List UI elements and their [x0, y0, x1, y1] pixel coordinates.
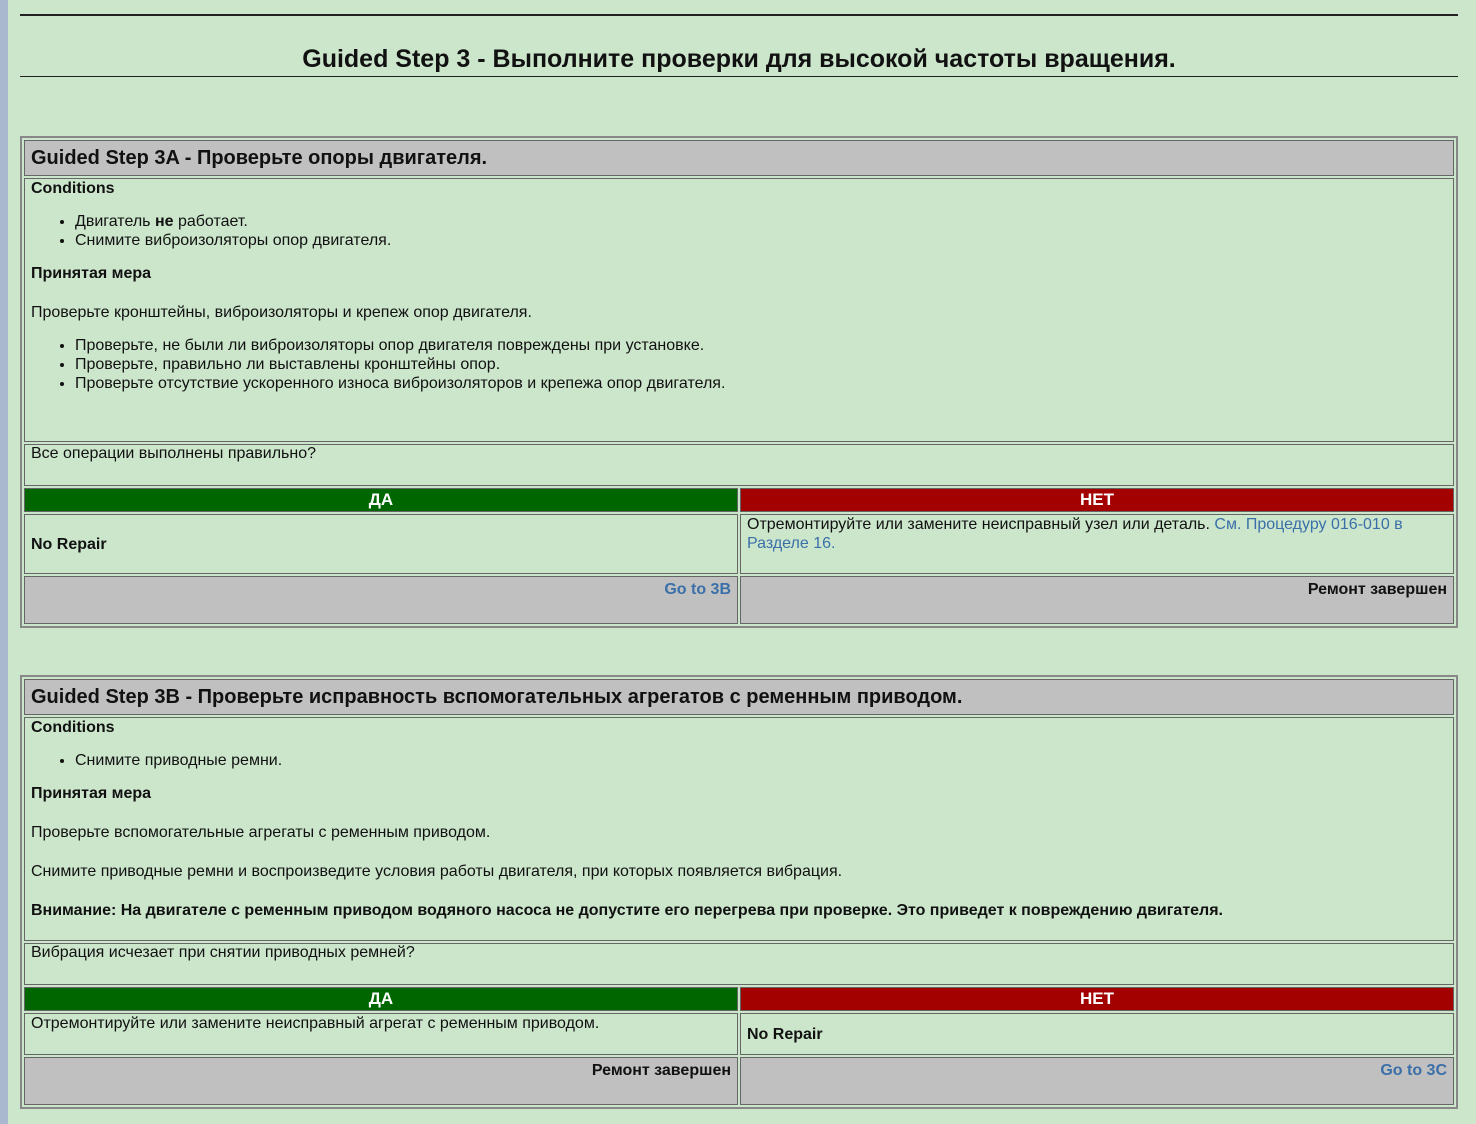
page-title: Guided Step 3 - Выполните проверки для в…	[20, 44, 1458, 77]
list-item: Проверьте, не были ли виброизоляторы опо…	[75, 336, 1447, 355]
yes-header: ДА	[24, 488, 738, 512]
conditions-list: Снимите приводные ремни.	[31, 751, 1447, 770]
action-text: Проверьте кронштейны, виброизоляторы и к…	[31, 304, 532, 321]
conditions-list: Двигатель не работает. Снимите виброизол…	[31, 212, 1447, 250]
action-text: Проверьте вспомогательные агрегаты с рем…	[31, 824, 491, 841]
yes-result: No Repair	[24, 514, 738, 574]
yes-header: ДА	[24, 987, 738, 1011]
step-title: Guided Step 3A - Проверьте опоры двигате…	[24, 140, 1454, 176]
list-item: Снимите виброизоляторы опор двигателя.	[75, 231, 1447, 250]
top-rule	[20, 14, 1458, 16]
action-heading: Принятая мера	[31, 785, 152, 802]
guided-step-3b: Guided Step 3B - Проверьте исправность в…	[20, 675, 1458, 1109]
no-header: НЕТ	[740, 987, 1454, 1011]
yes-footer: Go to 3B	[24, 576, 738, 624]
go-to-3b-link[interactable]: Go to 3B	[664, 581, 731, 598]
yes-footer: Ремонт завершен	[24, 1057, 738, 1105]
no-footer: Ремонт завершен	[740, 576, 1454, 624]
conditions-heading: Conditions	[31, 719, 115, 736]
step-title: Guided Step 3B - Проверьте исправность в…	[24, 679, 1454, 715]
repair-complete-label: Ремонт завершен	[1307, 581, 1447, 598]
checks-list: Проверьте, не были ли виброизоляторы опо…	[31, 336, 1447, 393]
action-text-2: Снимите приводные ремни и воспроизведите…	[31, 863, 843, 880]
list-item: Проверьте отсутствие ускоренного износа …	[75, 374, 1447, 393]
no-result: No Repair	[740, 1013, 1454, 1055]
step-body: Conditions Снимите приводные ремни. Прин…	[24, 717, 1454, 941]
list-item: Двигатель не работает.	[75, 212, 1447, 231]
step-question: Вибрация исчезает при снятии приводных р…	[24, 943, 1454, 985]
step-body: Conditions Двигатель не работает. Снимит…	[24, 178, 1454, 442]
no-header: НЕТ	[740, 488, 1454, 512]
action-heading: Принятая мера	[31, 265, 152, 282]
yes-result: Отремонтируйте или замените неисправный …	[24, 1013, 738, 1055]
window-left-edge	[0, 0, 8, 1124]
conditions-heading: Conditions	[31, 180, 115, 197]
list-item: Проверьте, правильно ли выставлены кронш…	[75, 355, 1447, 374]
go-to-3c-link[interactable]: Go to 3C	[1380, 1062, 1447, 1079]
guided-step-3a: Guided Step 3A - Проверьте опоры двигате…	[20, 136, 1458, 628]
repair-complete-label: Ремонт завершен	[591, 1062, 731, 1079]
list-item: Снимите приводные ремни.	[75, 751, 1447, 770]
no-footer: Go to 3C	[740, 1057, 1454, 1105]
step-question: Все операции выполнены правильно?	[24, 444, 1454, 486]
warning-text: Внимание: На двигателе с ременным привод…	[31, 902, 1223, 919]
no-result: Отремонтируйте или замените неисправный …	[740, 514, 1454, 574]
